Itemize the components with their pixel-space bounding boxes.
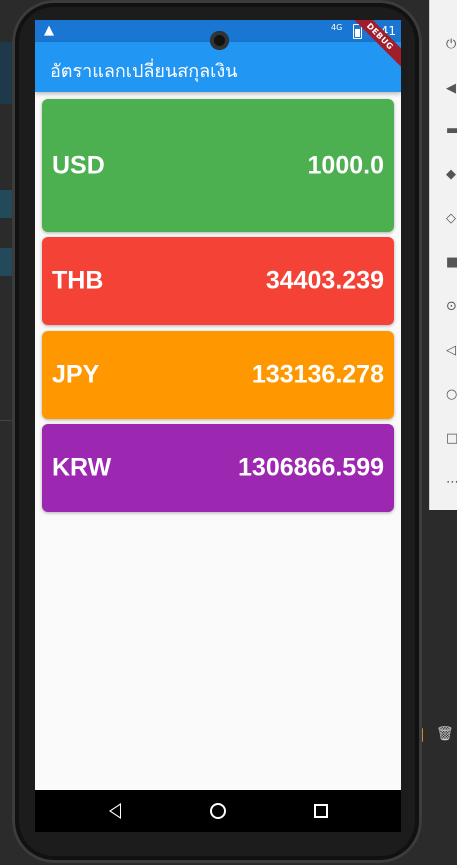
home-icon[interactable] [210, 803, 226, 819]
navigation-bar [35, 790, 401, 832]
emulator-toolbar: ⏻ ◀ ▬ ◆ ◇ ■ ⊙ ◁ ○ □ ⋯ [429, 0, 457, 510]
currency-amount: 34403.239 [265, 266, 384, 295]
currency-code: USD [52, 151, 105, 179]
trash-icon[interactable]: 🗑 [436, 726, 454, 742]
currency-card-usd[interactable]: USD 1000.0 [42, 99, 394, 232]
currency-card-jpy[interactable]: JPY 133136.278 [42, 331, 394, 419]
phone-screen: ▲ 4G 4:41 อัตราแลกเปลี่ยนสกุลเงิน DEBUG … [35, 20, 401, 832]
currency-card-krw[interactable]: KRW 1306866.599 [42, 424, 394, 512]
power-icon[interactable]: ⏻ [446, 38, 457, 52]
overview-icon[interactable]: □ [446, 432, 457, 446]
zoom-icon[interactable]: ⊙ [446, 300, 457, 314]
currency-card-thb[interactable]: THB 34403.239 [42, 237, 394, 325]
currency-amount: 133136.278 [251, 360, 384, 389]
phone-frame: ▲ 4G 4:41 อัตราแลกเปลี่ยนสกุลเงิน DEBUG … [12, 0, 422, 863]
warning-icon: ▲ [44, 23, 54, 38]
back-icon[interactable] [109, 803, 121, 819]
currency-code: KRW [52, 453, 112, 482]
currency-code: JPY [52, 360, 100, 389]
rotate-left-icon[interactable]: ◆ [446, 168, 457, 182]
volume-down-icon[interactable]: ▬ [446, 124, 457, 138]
camera-cutout [210, 31, 229, 50]
camera-icon[interactable]: ■ [446, 256, 457, 270]
home-toolbar-icon[interactable]: ○ [446, 388, 457, 402]
recents-icon[interactable] [314, 804, 328, 818]
currency-code: THB [52, 266, 104, 295]
network-indicator: 4G [331, 23, 343, 32]
currency-amount: 1306866.599 [238, 453, 384, 482]
rotate-right-icon[interactable]: ◇ [446, 212, 457, 226]
currency-amount: 1000.0 [307, 151, 384, 179]
more-icon[interactable]: ⋯ [446, 476, 457, 490]
app-title: อัตราแลกเปลี่ยนสกุลเงิน [50, 61, 238, 82]
back-toolbar-icon[interactable]: ◁ [446, 344, 457, 358]
volume-up-icon[interactable]: ◀ [446, 82, 457, 96]
